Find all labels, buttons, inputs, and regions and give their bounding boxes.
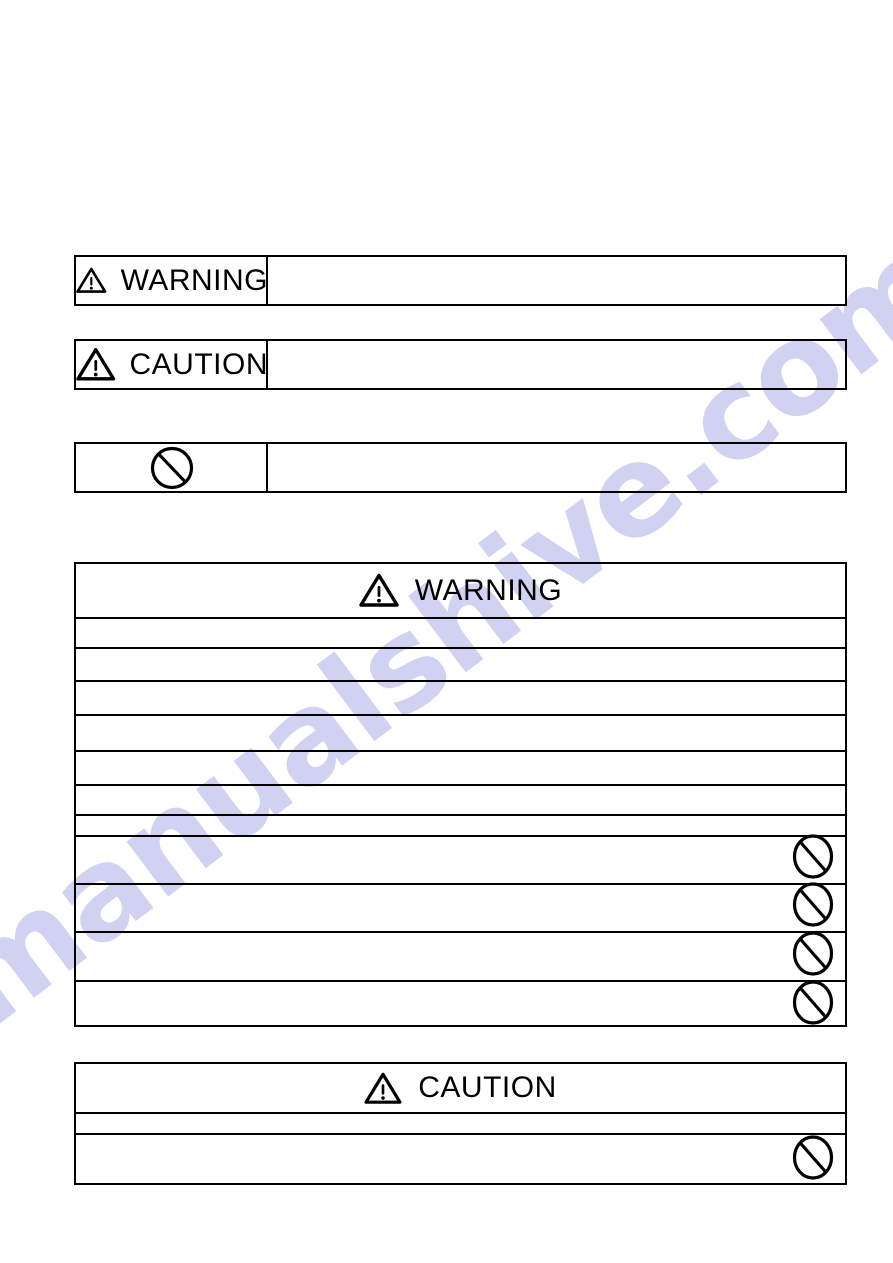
table-row <box>76 814 845 835</box>
legend-warning-label-cell: WARNING <box>76 257 268 304</box>
legend-warning-description <box>268 257 845 304</box>
table-row <box>76 617 845 647</box>
warning-table-title: WARNING <box>414 573 563 607</box>
warning-triangle-icon <box>76 267 107 293</box>
document-page: WARNING CAUTION WARNING CAUTION <box>0 0 893 1263</box>
legend-row-caution: CAUTION <box>74 339 847 390</box>
table-row <box>76 978 845 1031</box>
caution-table: CAUTION <box>74 1062 847 1185</box>
warning-triangle-icon <box>76 348 116 381</box>
prohibition-icon <box>150 446 194 489</box>
caution-table-header: CAUTION <box>76 1064 845 1112</box>
table-row <box>76 1112 845 1133</box>
table-row <box>76 784 845 814</box>
prohibition-icon <box>791 929 835 982</box>
warning-table-header: WARNING <box>76 564 845 617</box>
table-row <box>76 750 845 784</box>
legend-row-prohibition <box>74 442 847 493</box>
prohibition-icon <box>791 978 835 1031</box>
warning-triangle-icon <box>359 573 399 607</box>
legend-caution-word: CAUTION <box>129 347 268 381</box>
table-row <box>76 680 845 714</box>
legend-prohibition-description <box>268 444 845 491</box>
legend-prohibition-label-cell <box>76 444 268 491</box>
caution-table-title: CAUTION <box>418 1071 557 1104</box>
table-row <box>76 1133 845 1187</box>
prohibition-icon <box>791 833 835 886</box>
legend-row-warning: WARNING <box>74 255 847 306</box>
legend-caution-label-cell: CAUTION <box>76 341 268 388</box>
warning-triangle-icon <box>364 1072 402 1104</box>
table-row <box>76 881 845 934</box>
legend-warning-word: WARNING <box>120 263 268 297</box>
table-row <box>76 833 845 886</box>
warning-table: WARNING <box>74 562 847 1027</box>
table-row <box>76 929 845 982</box>
table-row <box>76 647 845 680</box>
prohibition-icon <box>791 1134 835 1187</box>
legend-caution-description <box>268 341 845 388</box>
table-row <box>76 714 845 750</box>
prohibition-icon <box>791 881 835 934</box>
